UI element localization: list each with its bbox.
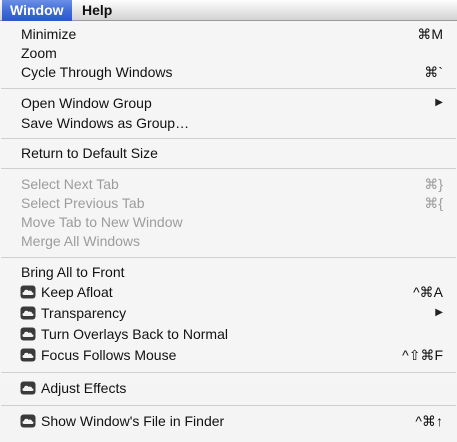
submenu-arrow-icon: ▶ bbox=[435, 97, 443, 108]
menu-item-keep-afloat[interactable]: Keep Afloat ^⌘A bbox=[0, 282, 457, 302]
menu-item-label: Bring All to Front bbox=[21, 264, 125, 280]
menu-item-label: Return to Default Size bbox=[21, 145, 158, 161]
menu-item-move-tab-new-window: Move Tab to New Window bbox=[0, 212, 457, 232]
menu-item-label: Zoom bbox=[21, 45, 57, 61]
menu-item-label: Adjust Effects bbox=[41, 380, 127, 396]
menu-item-save-windows-group[interactable]: Save Windows as Group… bbox=[0, 113, 457, 133]
shortcut-label: ⌘{ bbox=[424, 195, 443, 211]
submenu-arrow-icon: ▶ bbox=[435, 307, 443, 318]
menu-item-minimize[interactable]: Minimize ⌘M bbox=[0, 24, 457, 44]
menu-item-label: Keep Afloat bbox=[41, 284, 113, 300]
shortcut-label: ^⇧⌘F bbox=[402, 347, 443, 363]
menu-item-adjust-effects[interactable]: Adjust Effects bbox=[0, 378, 457, 398]
menu-item-label: Select Previous Tab bbox=[21, 195, 145, 211]
menu-bar: Window Help bbox=[0, 0, 457, 21]
shortcut-label: ^⌘↑ bbox=[415, 413, 443, 429]
menu-item-bring-all-front[interactable]: Bring All to Front bbox=[0, 262, 457, 282]
menubar-help[interactable]: Help bbox=[74, 0, 120, 21]
menu-item-label: Merge All Windows bbox=[21, 233, 141, 249]
menu-item-label: Cycle Through Windows bbox=[21, 64, 173, 80]
menu-item-focus-follows-mouse[interactable]: Focus Follows Mouse ^⇧⌘F bbox=[0, 345, 457, 365]
menu-separator bbox=[1, 257, 456, 258]
cloud-icon bbox=[20, 381, 36, 395]
menu-item-turn-overlays-normal[interactable]: Turn Overlays Back to Normal bbox=[0, 324, 457, 344]
menu-item-label: Save Windows as Group… bbox=[21, 115, 190, 131]
shortcut-label: ⌘` bbox=[424, 64, 443, 80]
menu-item-label: Select Next Tab bbox=[21, 176, 119, 192]
menu-item-merge-all-windows: Merge All Windows bbox=[0, 231, 457, 251]
menu-separator bbox=[1, 168, 456, 169]
menu-item-label: Open Window Group bbox=[21, 95, 152, 111]
menu-item-open-window-group[interactable]: Open Window Group ▶ bbox=[0, 93, 457, 113]
cloud-icon bbox=[20, 327, 36, 341]
window-menu-dropdown: Minimize ⌘M Zoom Cycle Through Windows ⌘… bbox=[0, 21, 457, 442]
menu-item-label: Minimize bbox=[21, 26, 77, 42]
menu-item-zoom[interactable]: Zoom bbox=[0, 43, 457, 63]
cloud-icon bbox=[20, 348, 36, 362]
menu-separator bbox=[1, 405, 456, 406]
shortcut-label: ^⌘A bbox=[413, 284, 443, 300]
menu-item-cycle-windows[interactable]: Cycle Through Windows ⌘` bbox=[0, 62, 457, 82]
menu-item-select-previous-tab: Select Previous Tab ⌘{ bbox=[0, 193, 457, 213]
menu-item-label: Focus Follows Mouse bbox=[41, 347, 177, 363]
menu-separator bbox=[1, 88, 456, 89]
cloud-icon bbox=[20, 414, 36, 428]
menu-item-return-default-size[interactable]: Return to Default Size bbox=[0, 143, 457, 163]
cloud-icon bbox=[20, 306, 36, 320]
menu-item-select-next-tab: Select Next Tab ⌘} bbox=[0, 174, 457, 194]
menubar-window[interactable]: Window bbox=[2, 0, 72, 21]
menu-item-label: Transparency bbox=[41, 305, 127, 321]
shortcut-label: ⌘} bbox=[424, 176, 443, 192]
menu-item-transparency[interactable]: Transparency ▶ bbox=[0, 303, 457, 323]
menu-item-show-file-in-finder[interactable]: Show Window's File in Finder ^⌘↑ bbox=[0, 411, 457, 431]
menu-separator bbox=[1, 138, 456, 139]
shortcut-label: ⌘M bbox=[417, 26, 443, 42]
menu-item-label: Show Window's File in Finder bbox=[41, 413, 225, 429]
cloud-icon bbox=[20, 285, 36, 299]
menu-item-label: Turn Overlays Back to Normal bbox=[41, 326, 228, 342]
menu-separator bbox=[1, 372, 456, 373]
menu-item-label: Move Tab to New Window bbox=[21, 214, 183, 230]
